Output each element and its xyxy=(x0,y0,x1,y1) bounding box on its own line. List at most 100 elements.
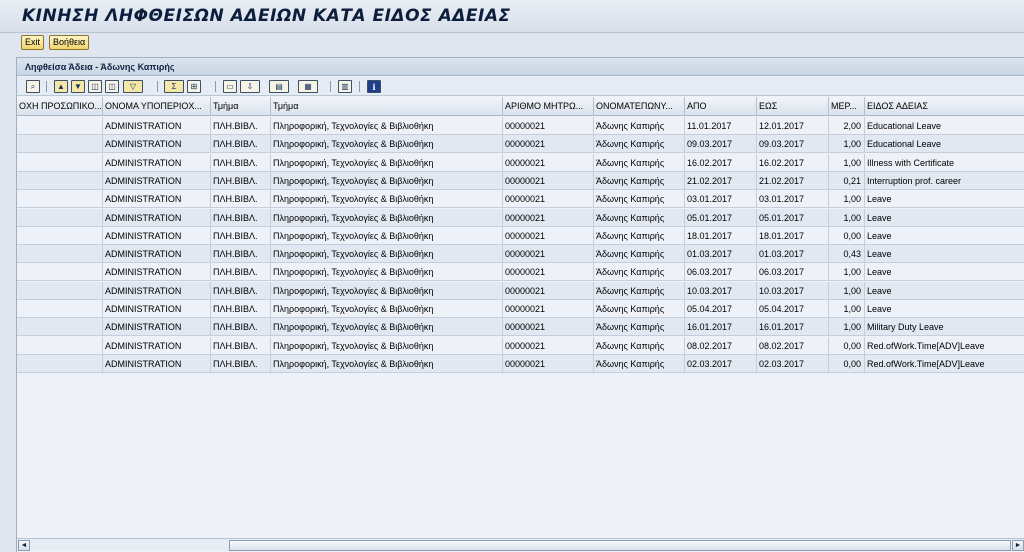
cell-personnel-area[interactable] xyxy=(17,245,103,264)
cell-dept-code[interactable]: ΠΛΗ.ΒΙΒΛ. xyxy=(211,318,271,337)
cell-personnel-area[interactable] xyxy=(17,153,103,172)
table-row[interactable]: ADMINISTRATION ΠΛΗ.ΒΙΒΛ. Πληροφορική, Τεχν… xyxy=(17,135,1024,154)
cell-to-date[interactable]: 21.02.2017 xyxy=(757,171,829,190)
cell-department[interactable]: Πληροφορική, Τεχνολογίες & Βιβλιοθήκη xyxy=(271,190,503,209)
cell-dept-code[interactable]: ΠΛΗ.ΒΙΒΛ. xyxy=(211,245,271,264)
cell-to-date[interactable]: 06.03.2017 xyxy=(757,263,829,282)
cell-department[interactable]: Πληροφορική, Τεχνολογίες & Βιβλιοθήκη xyxy=(271,281,503,300)
cell-subarea-name[interactable]: ADMINISTRATION xyxy=(103,245,211,264)
cell-days[interactable]: 1,00 xyxy=(829,281,865,300)
cell-dept-code[interactable]: ΠΛΗ.ΒΙΒΛ. xyxy=(211,300,271,318)
column-header[interactable]: Τμήμα xyxy=(211,97,271,116)
cell-personnel-area[interactable] xyxy=(17,281,103,300)
cell-employee-name[interactable]: Άδωνης Καπιρής xyxy=(594,300,685,318)
cell-to-date[interactable]: 05.01.2017 xyxy=(757,208,829,227)
cell-personnel-number[interactable]: 00000021 xyxy=(503,318,594,337)
cell-to-date[interactable]: 01.03.2017 xyxy=(757,245,829,264)
table-row[interactable]: ADMINISTRATION ΠΛΗ.ΒΙΒΛ. Πληροφορική, Τεχν… xyxy=(17,263,1024,282)
cell-from-date[interactable]: 06.03.2017 xyxy=(685,263,757,282)
cell-from-date[interactable]: 08.02.2017 xyxy=(685,336,757,355)
cell-from-date[interactable]: 09.03.2017 xyxy=(685,135,757,154)
column-header[interactable]: ΑΡΙΘΜΟ ΜΗΤΡΩ... xyxy=(503,97,594,116)
sort-ascending-icon[interactable]: ▲ xyxy=(54,80,68,93)
layout-icon[interactable]: ▤ xyxy=(269,80,289,93)
cell-days[interactable]: 1,00 xyxy=(829,208,865,227)
cell-employee-name[interactable]: Άδωνης Καπιρής xyxy=(594,318,685,337)
cell-to-date[interactable]: 02.03.2017 xyxy=(757,354,829,373)
cell-days[interactable]: 1,00 xyxy=(829,135,865,154)
cell-department[interactable]: Πληροφορική, Τεχνολογίες & Βιβλιοθήκη xyxy=(271,226,503,245)
cell-personnel-number[interactable]: 00000021 xyxy=(503,190,594,209)
cell-to-date[interactable]: 10.03.2017 xyxy=(757,281,829,300)
column-header[interactable]: ΕΙΔΟΣ ΑΔΕΙΑΣ xyxy=(865,97,1024,116)
help-button[interactable]: Βοήθεια xyxy=(49,35,90,50)
cell-subarea-name[interactable]: ADMINISTRATION xyxy=(103,263,211,282)
table-row[interactable]: ADMINISTRATION ΠΛΗ.ΒΙΒΛ. Πληροφορική, Τεχν… xyxy=(17,300,1024,318)
cell-subarea-name[interactable]: ADMINISTRATION xyxy=(103,135,211,154)
cell-department[interactable]: Πληροφορική, Τεχνολογίες & Βιβλιοθήκη xyxy=(271,318,503,337)
cell-employee-name[interactable]: Άδωνης Καπιρής xyxy=(594,226,685,245)
cell-leave-type[interactable]: Military Duty Leave xyxy=(865,318,1024,336)
table-row[interactable]: ADMINISTRATION ΠΛΗ.ΒΙΒΛ. Πληροφορική, Τεχν… xyxy=(17,117,1024,135)
table-row[interactable]: ADMINISTRATION ΠΛΗ.ΒΙΒΛ. Πληροφορική, Τεχν… xyxy=(17,171,1024,190)
cell-dept-code[interactable]: ΠΛΗ.ΒΙΒΛ. xyxy=(211,171,271,190)
column-header[interactable]: Τμήμα xyxy=(271,97,503,116)
table-row[interactable]: ADMINISTRATION ΠΛΗ.ΒΙΒΛ. Πληροφορική, Τεχν… xyxy=(17,336,1024,355)
cell-employee-name[interactable]: Άδωνης Καπιρής xyxy=(594,171,685,190)
print-preview-icon[interactable]: ▭ xyxy=(223,80,237,93)
cell-from-date[interactable]: 16.02.2017 xyxy=(685,153,757,172)
cell-department[interactable]: Πληροφορική, Τεχνολογίες & Βιβλιοθήκη xyxy=(271,208,503,227)
abc-analysis-icon[interactable]: ▥ xyxy=(338,80,352,93)
cell-subarea-name[interactable]: ADMINISTRATION xyxy=(103,171,211,190)
cell-employee-name[interactable]: Άδωνης Καπιρής xyxy=(594,208,685,227)
cell-to-date[interactable]: 12.01.2017 xyxy=(757,117,829,135)
cell-from-date[interactable]: 05.04.2017 xyxy=(685,300,757,318)
cell-department[interactable]: Πληροφορική, Τεχνολογίες & Βιβλιοθήκη xyxy=(271,336,503,355)
cell-dept-code[interactable]: ΠΛΗ.ΒΙΒΛ. xyxy=(211,190,271,209)
cell-leave-type[interactable]: Educational Leave xyxy=(865,117,1024,135)
details-icon[interactable]: ⌕ xyxy=(26,80,40,93)
cell-days[interactable]: 1,00 xyxy=(829,318,865,337)
cell-to-date[interactable]: 05.04.2017 xyxy=(757,300,829,318)
cell-employee-name[interactable]: Άδωνης Καπιρής xyxy=(594,336,685,355)
cell-department[interactable]: Πληροφορική, Τεχνολογίες & Βιβλιοθήκη xyxy=(271,245,503,264)
cell-personnel-area[interactable] xyxy=(17,171,103,190)
cell-from-date[interactable]: 02.03.2017 xyxy=(685,354,757,373)
export-icon[interactable]: ⇩ xyxy=(240,80,260,93)
cell-from-date[interactable]: 03.01.2017 xyxy=(685,190,757,209)
cell-personnel-area[interactable] xyxy=(17,336,103,355)
cell-days[interactable]: 0,43 xyxy=(829,245,865,264)
column-header[interactable]: ΕΩΣ xyxy=(757,97,829,116)
cell-subarea-name[interactable]: ADMINISTRATION xyxy=(103,300,211,318)
cell-department[interactable]: Πληροφορική, Τεχνολογίες & Βιβλιοθήκη xyxy=(271,171,503,190)
cell-personnel-number[interactable]: 00000021 xyxy=(503,354,594,373)
cell-personnel-area[interactable] xyxy=(17,117,103,135)
cell-days[interactable]: 0,00 xyxy=(829,226,865,245)
exit-button[interactable]: Exit xyxy=(21,35,45,50)
horizontal-scrollbar[interactable]: ◄ ► xyxy=(17,538,1024,551)
cell-days[interactable]: 0,21 xyxy=(829,171,865,190)
cell-to-date[interactable]: 18.01.2017 xyxy=(757,226,829,245)
cell-dept-code[interactable]: ΠΛΗ.ΒΙΒΛ. xyxy=(211,117,271,135)
info-icon[interactable]: i xyxy=(367,80,381,93)
cell-leave-type[interactable]: Leave xyxy=(865,300,1024,318)
cell-dept-code[interactable]: ΠΛΗ.ΒΙΒΛ. xyxy=(211,336,271,355)
cell-leave-type[interactable]: Leave xyxy=(865,209,1024,227)
table-row[interactable]: ADMINISTRATION ΠΛΗ.ΒΙΒΛ. Πληροφορική, Τεχν… xyxy=(17,208,1024,227)
find-icon[interactable]: ◫ xyxy=(88,80,102,93)
cell-leave-type[interactable]: Educational Leave xyxy=(865,135,1024,153)
scroll-right-icon[interactable]: ► xyxy=(1012,540,1024,551)
cell-leave-type[interactable]: Red.ofWork.Time[ADV]Leave xyxy=(865,337,1024,355)
table-row[interactable]: ADMINISTRATION ΠΛΗ.ΒΙΒΛ. Πληροφορική, Τεχν… xyxy=(17,153,1024,172)
cell-subarea-name[interactable]: ADMINISTRATION xyxy=(103,336,211,355)
find-next-icon[interactable]: ◫ xyxy=(105,80,119,93)
cell-to-date[interactable]: 09.03.2017 xyxy=(757,135,829,154)
cell-from-date[interactable]: 10.03.2017 xyxy=(685,281,757,300)
cell-personnel-number[interactable]: 00000021 xyxy=(503,117,594,135)
cell-leave-type[interactable]: Red.ofWork.Time[ADV]Leave xyxy=(865,355,1024,373)
cell-employee-name[interactable]: Άδωνης Καπιρής xyxy=(594,245,685,264)
cell-to-date[interactable]: 16.02.2017 xyxy=(757,153,829,172)
table-row[interactable]: ADMINISTRATION ΠΛΗ.ΒΙΒΛ. Πληροφορική, Τεχν… xyxy=(17,190,1024,209)
cell-days[interactable]: 1,00 xyxy=(829,300,865,318)
cell-from-date[interactable]: 16.01.2017 xyxy=(685,318,757,337)
